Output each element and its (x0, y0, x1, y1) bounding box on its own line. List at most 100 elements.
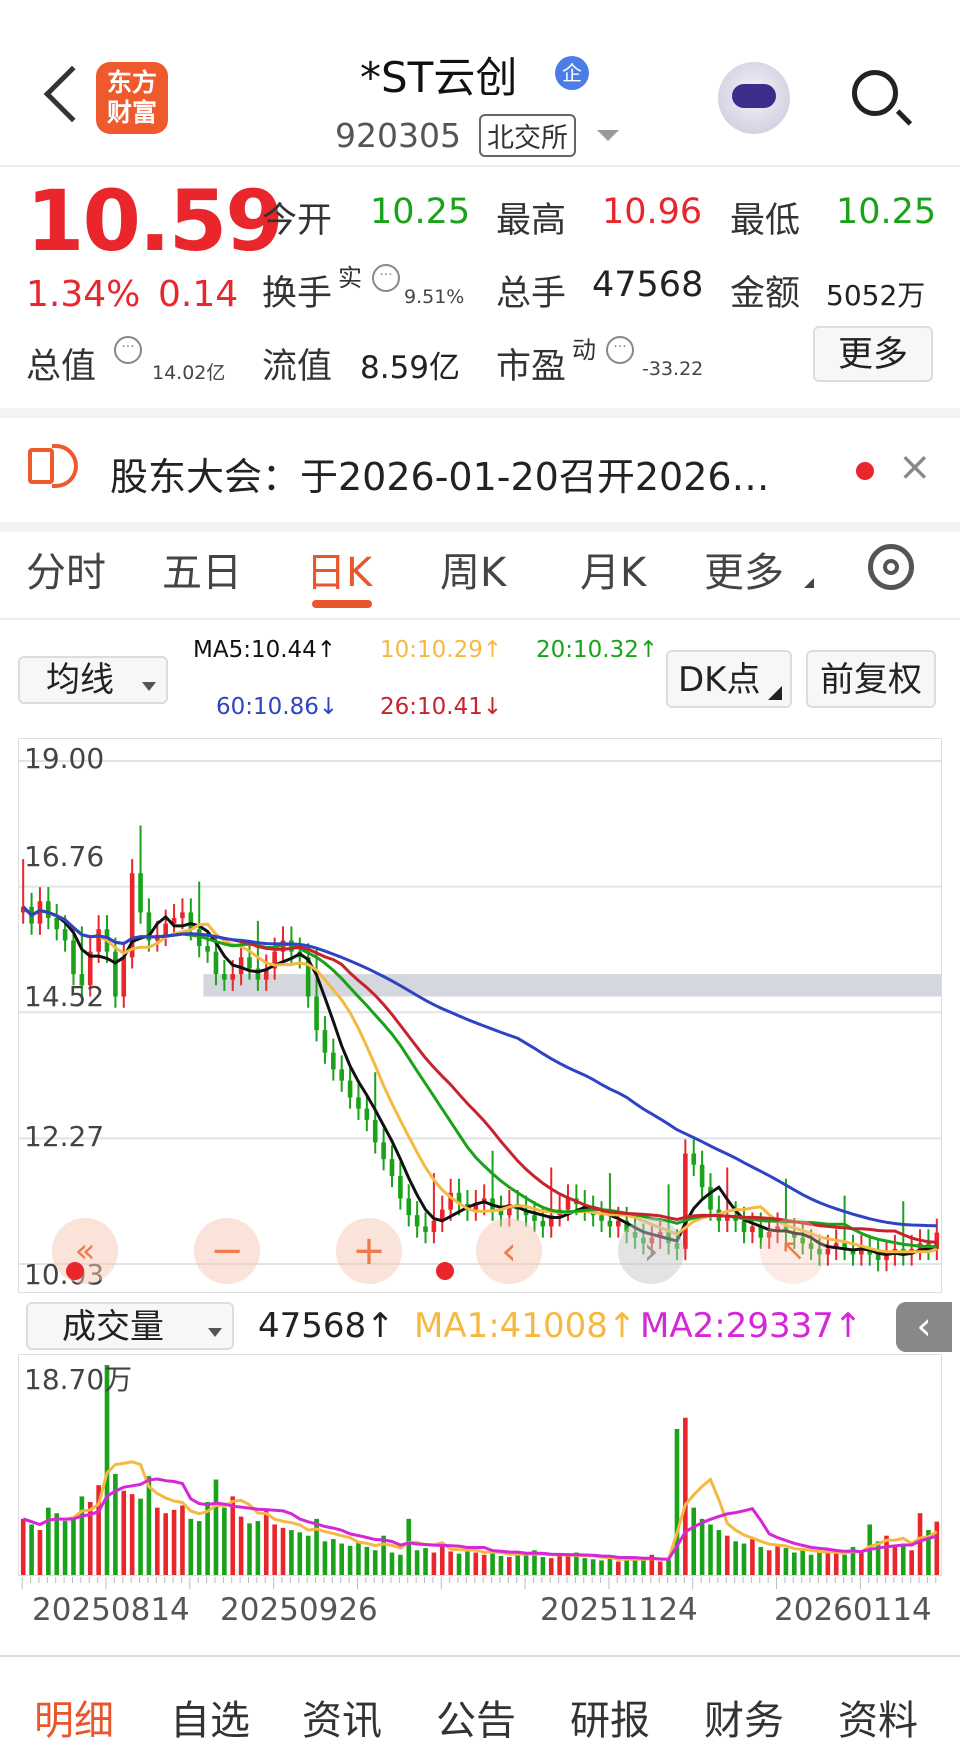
corner-triangle-icon (768, 686, 782, 700)
volume-indicator-label: 成交量 (62, 1307, 164, 1347)
bottom-tab-reports[interactable]: 研报 (570, 1688, 650, 1746)
volume-bar (490, 1550, 495, 1575)
notice-bar[interactable]: 股东大会：于2026-01-20召开2026… × (0, 408, 960, 532)
zoom-in-button[interactable]: + (336, 1218, 402, 1284)
candle-body (230, 974, 236, 980)
candle-body (364, 1108, 370, 1120)
volume-bar (171, 1509, 177, 1575)
tab-intraday[interactable]: 分时 (26, 540, 106, 598)
kline-chart[interactable] (18, 738, 942, 1293)
volume-bar (46, 1507, 51, 1575)
candle-body (691, 1153, 697, 1165)
volume-bar (758, 1546, 764, 1575)
logo-text-1: 东方 (106, 68, 157, 97)
tab-five-day[interactable]: 五日 (162, 540, 242, 598)
volume-bar (414, 1550, 420, 1575)
candle-body (222, 974, 227, 980)
volume-bar (750, 1539, 755, 1575)
scroll-right-button[interactable]: › (618, 1218, 684, 1284)
ma10-label: 10:10.29↑ (380, 637, 503, 663)
volume-bar (389, 1552, 395, 1575)
price-zone-band (203, 974, 941, 997)
y-tick-label: 16.76 (24, 840, 105, 873)
volume-svg[interactable] (19, 1355, 941, 1575)
volume-bar (859, 1552, 864, 1575)
zoom-out-button[interactable]: − (194, 1218, 260, 1284)
stock-code: 920305 (335, 116, 461, 155)
volume-bar (230, 1496, 236, 1575)
volume-bar (331, 1539, 336, 1575)
info-more-icon[interactable]: ··· (114, 336, 142, 364)
volume-current: 47568↑ (258, 1306, 395, 1346)
bottom-tab-watchlist[interactable]: 自选 (170, 1688, 250, 1746)
volume-bar (724, 1535, 730, 1575)
kline-svg[interactable] (19, 739, 941, 1292)
tab-daily-k[interactable]: 日K (306, 540, 372, 598)
candle-body (138, 873, 143, 913)
plus-icon: + (352, 1228, 386, 1274)
volume-bar (900, 1543, 906, 1575)
float-cap-label: 流值 (262, 347, 333, 387)
volume-bar (356, 1541, 361, 1575)
more-button[interactable]: 更多 (813, 326, 933, 382)
volume-bar (842, 1554, 847, 1575)
bottom-tab-finance[interactable]: 财务 (704, 1688, 784, 1746)
candle-body (247, 957, 252, 969)
unread-dot (856, 462, 874, 480)
marker-dot (66, 1262, 84, 1280)
assistant-robot-icon[interactable] (718, 62, 790, 134)
indicator-select[interactable]: 均线 (18, 656, 168, 704)
volume-bar (138, 1498, 143, 1575)
volume-bar (473, 1552, 479, 1575)
volume-bar (875, 1541, 881, 1575)
volume-bar (213, 1479, 219, 1575)
divider (0, 618, 960, 620)
speaker-icon (28, 448, 54, 484)
scroll-left-button[interactable]: ‹ (476, 1218, 542, 1284)
scroll-left-fast-button[interactable]: « (52, 1218, 118, 1284)
candle-body (372, 1119, 378, 1143)
expand-arrow-icon: ↖ (780, 1233, 806, 1268)
ma60-line (22, 905, 937, 1228)
expand-button[interactable]: ↖ (760, 1218, 826, 1284)
volume-bar (364, 1546, 370, 1575)
volume-bar (507, 1557, 512, 1575)
volume-bar (582, 1558, 588, 1575)
marker-dot (436, 1262, 454, 1280)
bottom-tab-announcements[interactable]: 公告 (436, 1688, 516, 1746)
dropdown-triangle-icon[interactable] (597, 130, 619, 141)
volume-indicator-select[interactable]: 成交量 (26, 1302, 234, 1350)
notice-text[interactable]: 股东大会：于2026-01-20召开2026… (110, 446, 770, 501)
close-icon[interactable]: × (898, 444, 932, 490)
candle-body (825, 1248, 831, 1255)
stock-name: *ST云创 (360, 53, 518, 102)
volume-chart[interactable] (18, 1354, 942, 1576)
volume-bar (565, 1555, 571, 1575)
candle-body (423, 1226, 428, 1233)
y-tick-label: 12.27 (24, 1120, 105, 1153)
volume-bar (800, 1550, 806, 1575)
tab-monthly-k[interactable]: 月K (580, 540, 646, 598)
collapse-panel-button[interactable]: ‹ (896, 1302, 952, 1352)
settings-gear-icon[interactable] (868, 544, 914, 590)
back-arrow-icon[interactable] (43, 65, 101, 123)
search-icon[interactable] (852, 70, 898, 116)
dk-point-button[interactable]: DK点 (666, 650, 792, 708)
tab-weekly-k[interactable]: 周K (440, 540, 506, 598)
app-logo[interactable]: 东方 财富 (96, 62, 168, 134)
bottom-tab-detail[interactable]: 明细 (34, 1688, 114, 1746)
bottom-tab-profile[interactable]: 资料 (838, 1688, 918, 1746)
adjust-button[interactable]: 前复权 (806, 650, 936, 708)
bottom-tab-news[interactable]: 资讯 (302, 1688, 382, 1746)
volume-bar (641, 1560, 646, 1575)
volume-bar (674, 1429, 680, 1575)
volume-bar (783, 1548, 789, 1575)
volume-bar (29, 1524, 34, 1575)
info-more-icon[interactable]: ··· (372, 264, 400, 292)
ma26-label: 26:10.41↓ (380, 694, 503, 720)
volume-bar (121, 1490, 127, 1575)
info-more-icon[interactable]: ··· (606, 336, 634, 364)
tab-more[interactable]: 更多 (704, 540, 784, 598)
ma20-label: 20:10.32↑ (536, 637, 659, 663)
volume-bar (339, 1543, 345, 1575)
